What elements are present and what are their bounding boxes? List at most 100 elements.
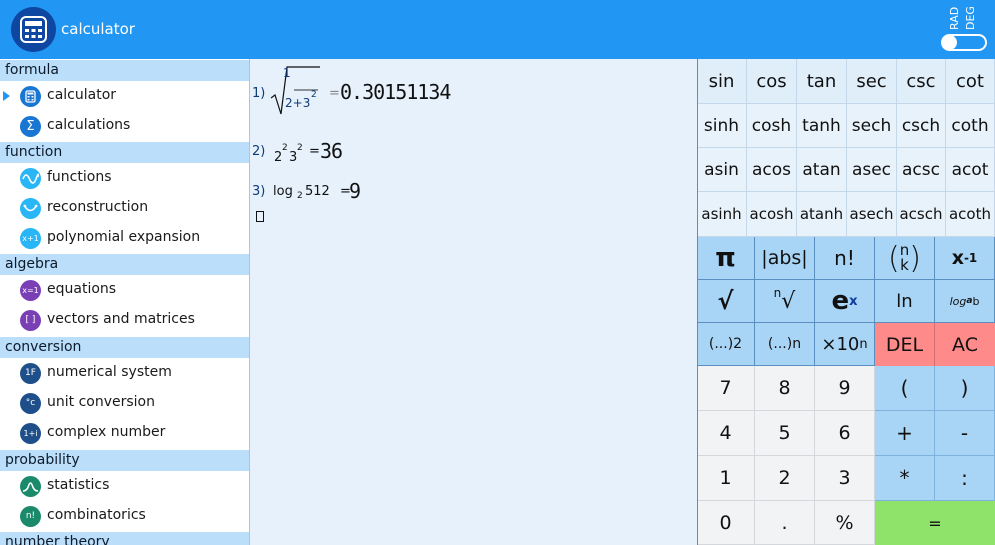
keypad-divider (697, 59, 698, 545)
trig-key-sinh[interactable]: sinh (697, 104, 747, 148)
trig-key-asinh[interactable]: asinh (697, 192, 747, 237)
digit-key-4[interactable]: 4 (697, 411, 755, 456)
sidebar-item-label: polynomial expansion (47, 229, 201, 245)
trig-key-asech[interactable]: asech (847, 192, 897, 237)
section-number-theory[interactable]: number theory (0, 532, 249, 545)
section-algebra[interactable]: algebra (0, 254, 249, 275)
sidebar-item-combinatorics[interactable]: n! combinatorics (0, 501, 249, 531)
result-1: 0.30151134 (340, 80, 451, 104)
trig-key-acsch[interactable]: acsch (897, 192, 946, 237)
expression-index: 1) (252, 86, 266, 101)
equation-icon: x=1 (20, 280, 41, 301)
expression-line-1[interactable]: 1) (252, 86, 265, 101)
trig-key-cos[interactable]: cos (747, 59, 797, 104)
sidebar-item-equations[interactable]: x=1 equations (0, 275, 249, 305)
plus-key[interactable]: + (875, 411, 935, 456)
expression-line-2[interactable]: 2) (252, 144, 265, 159)
sidebar-item-polynomial-expansion[interactable]: x+1 polynomial expansion (0, 223, 249, 253)
decimal-key[interactable]: . (755, 501, 815, 545)
sidebar-item-statistics[interactable]: statistics (0, 471, 249, 501)
sidebar-item-label: numerical system (47, 364, 172, 380)
sidebar-item-label: calculator (47, 87, 117, 103)
sidebar-item-complex-number[interactable]: 1+i complex number (0, 418, 249, 448)
pi-key[interactable]: π (697, 237, 755, 280)
trig-key-acsc[interactable]: acsc (897, 148, 946, 192)
minus-key[interactable]: - (935, 411, 995, 456)
trig-key-csch[interactable]: csch (897, 104, 946, 148)
multiply-key[interactable]: * (875, 456, 935, 501)
log-argument: 512 (305, 184, 330, 199)
exp-key[interactable]: ex (815, 280, 875, 323)
divide-key[interactable]: : (935, 456, 995, 501)
trig-key-tan[interactable]: tan (797, 59, 847, 104)
sidebar-item-numerical-system[interactable]: 1F numerical system (0, 358, 249, 388)
sidebar-item-label: statistics (47, 477, 110, 493)
trig-key-csc[interactable]: csc (897, 59, 946, 104)
trig-key-tanh[interactable]: tanh (797, 104, 847, 148)
trig-key-acot[interactable]: acot (946, 148, 995, 192)
trig-key-cot[interactable]: cot (946, 59, 995, 104)
expression-line-3[interactable]: 3) (252, 184, 265, 199)
square-key[interactable]: (...) 2 (697, 323, 755, 366)
sidebar-item-functions[interactable]: functions (0, 163, 249, 193)
trig-key-asin[interactable]: asin (697, 148, 747, 192)
trig-key-coth[interactable]: coth (946, 104, 995, 148)
ln-key[interactable]: ln (875, 280, 935, 323)
digit-key-9[interactable]: 9 (815, 366, 875, 411)
log-base-key[interactable]: log a b (935, 280, 995, 323)
reciprocal-key[interactable]: x -1 (935, 237, 995, 280)
section-function[interactable]: function (0, 142, 249, 163)
denominator-exponent: 2 (311, 90, 317, 100)
result-2: 36 (320, 139, 343, 163)
rad-label: RAD (948, 6, 961, 30)
sidebar-item-calculations[interactable]: Σ calculations (0, 111, 249, 141)
trig-key-acosh[interactable]: acosh (747, 192, 797, 237)
sidebar-item-label: unit conversion (47, 394, 155, 410)
clear-all-button[interactable]: AC (935, 323, 995, 366)
trig-key-acoth[interactable]: acoth (946, 192, 995, 237)
digit-key-6[interactable]: 6 (815, 411, 875, 456)
section-conversion[interactable]: conversion (0, 337, 249, 358)
trig-key-sec[interactable]: sec (847, 59, 897, 104)
abs-key[interactable]: |abs| (755, 237, 815, 280)
digit-key-2[interactable]: 2 (755, 456, 815, 501)
nth-root-key[interactable]: n √ (755, 280, 815, 323)
sidebar-item-vectors-and-matrices[interactable]: [ ] vectors and matrices (0, 305, 249, 335)
digit-key-0[interactable]: 0 (697, 501, 755, 545)
sidebar-item-reconstruction[interactable]: reconstruction (0, 193, 249, 223)
binomial-key[interactable]: ( nk ) (875, 237, 935, 280)
equals-button[interactable]: = (875, 501, 995, 545)
open-paren-key[interactable]: ( (875, 366, 935, 411)
close-paren-key[interactable]: ) (935, 366, 995, 411)
sidebar-item-unit-conversion[interactable]: °c unit conversion (0, 388, 249, 418)
sidebar-item-label: equations (47, 281, 117, 297)
result-3: 9 (349, 179, 361, 203)
trig-key-acos[interactable]: acos (747, 148, 797, 192)
delete-button[interactable]: DEL (875, 323, 935, 366)
trig-key-atan[interactable]: atan (797, 148, 847, 192)
factorial-key[interactable]: n! (815, 237, 875, 280)
digit-key-8[interactable]: 8 (755, 366, 815, 411)
section-formula[interactable]: formula (0, 60, 249, 81)
input-cursor[interactable] (256, 211, 264, 222)
sqrt-key[interactable]: √ (697, 280, 755, 323)
calculator-logo-icon[interactable] (11, 7, 56, 52)
sidebar-item-calculator[interactable]: calculator (0, 81, 249, 111)
section-probability[interactable]: probability (0, 450, 249, 471)
rad-deg-toggle[interactable]: RAD DEG (938, 4, 990, 54)
trig-key-cosh[interactable]: cosh (747, 104, 797, 148)
power-exponent-1: 2 (282, 143, 288, 153)
trig-key-atanh[interactable]: atanh (797, 192, 847, 237)
sci-notation-key[interactable]: ×10 n (815, 323, 875, 366)
digit-key-3[interactable]: 3 (815, 456, 875, 501)
digit-key-1[interactable]: 1 (697, 456, 755, 501)
expression-area[interactable]: 1) 1 2+3 2 = 0.30151134 2) 2 2 3 2 = 36 … (250, 59, 697, 545)
percent-key[interactable]: % (815, 501, 875, 545)
trig-key-asec[interactable]: asec (847, 148, 897, 192)
trig-key-sin[interactable]: sin (697, 59, 747, 104)
power-n-key[interactable]: (...) n (755, 323, 815, 366)
trig-key-sech[interactable]: sech (847, 104, 897, 148)
log-base: 2 (297, 191, 303, 201)
digit-key-5[interactable]: 5 (755, 411, 815, 456)
digit-key-7[interactable]: 7 (697, 366, 755, 411)
